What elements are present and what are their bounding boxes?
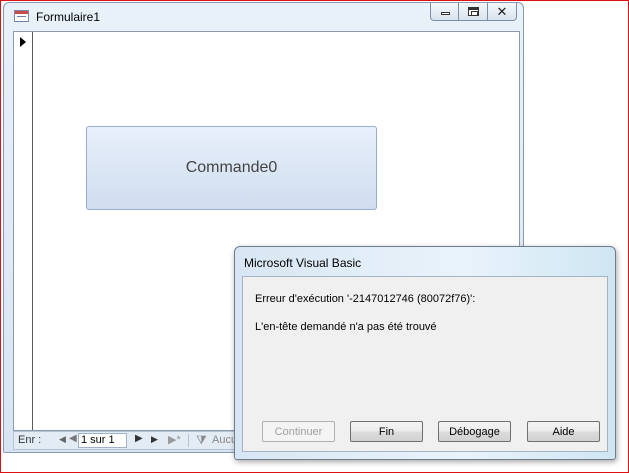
minimize-button[interactable] [430,3,459,21]
current-record-input[interactable]: 1 sur 1 [78,433,127,448]
continue-button[interactable]: Continuer [262,421,335,442]
last-record-icon[interactable]: ▶ [151,434,158,445]
dialog-title: Microsoft Visual Basic [244,256,362,270]
restore-icon [468,7,479,16]
end-button[interactable]: Fin [350,421,423,442]
close-button[interactable]: ✕ [488,3,517,21]
new-record-icon[interactable]: ▶* [168,433,181,446]
close-icon: ✕ [496,4,508,19]
dialog-body: Erreur d'exécution '-2147012746 (80072f7… [242,276,608,452]
current-record-arrow-icon [20,37,26,47]
previous-record-icon[interactable]: ◀ [69,433,77,444]
record-label: Enr : [18,434,42,446]
first-record-icon[interactable]: ◀ [59,434,66,445]
screen: Formulaire1 ✕ Commande0 Enr : ◀ ◀ 1 sur … [0,0,629,473]
restore-button[interactable] [459,3,488,21]
window-controls: ✕ [430,3,517,21]
error-message-text: L'en-tête demandé n'a pas été trouvé [255,321,437,333]
debug-button[interactable]: Débogage [438,421,511,442]
minimize-icon [441,12,450,15]
error-code-text: Erreur d'exécution '-2147012746 (80072f7… [255,293,476,305]
form-icon [14,10,29,22]
next-record-icon[interactable]: ▶ [135,433,143,444]
command0-button[interactable]: Commande0 [86,126,377,210]
help-button[interactable]: Aide [527,421,600,442]
form-title: Formulaire1 [36,10,101,24]
vb-error-dialog: Microsoft Visual Basic Erreur d'exécutio… [234,246,616,460]
record-selector[interactable] [14,32,33,430]
nav-divider [188,434,189,447]
no-filter-icon[interactable]: ⧩ [196,433,207,448]
form-titlebar[interactable]: Formulaire1 ✕ [4,3,523,29]
